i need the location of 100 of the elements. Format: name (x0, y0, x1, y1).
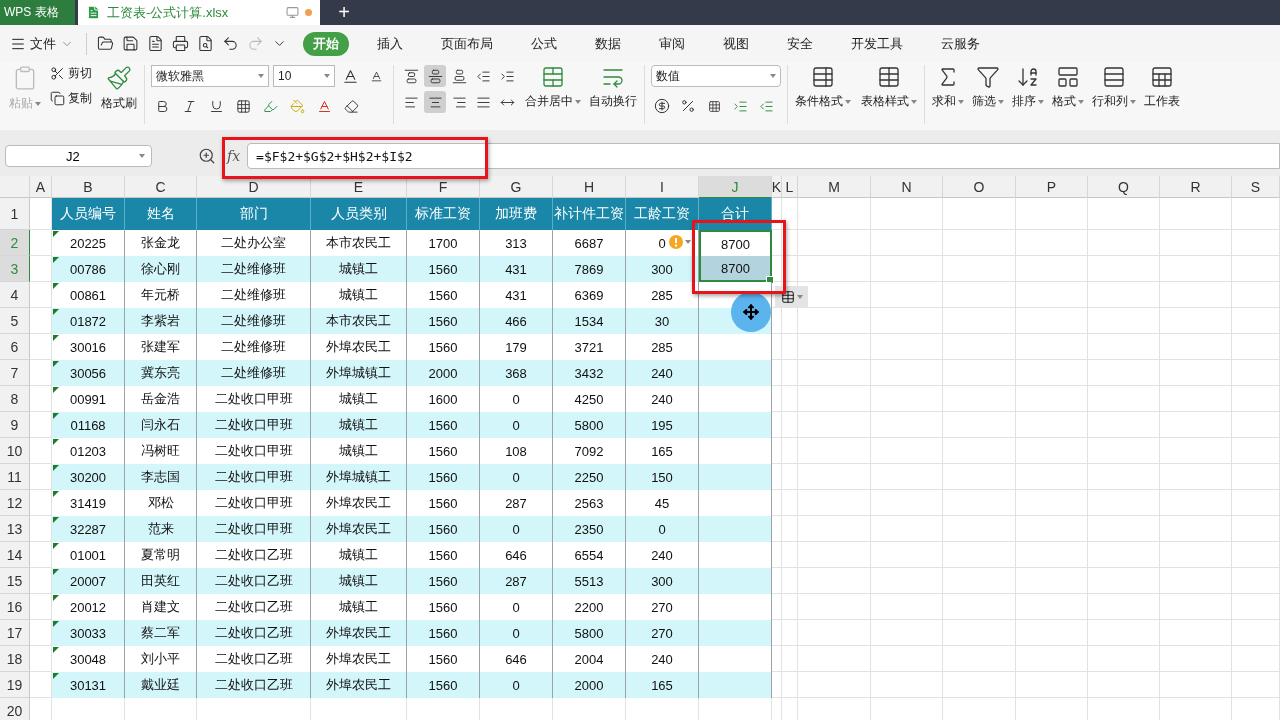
empty-cell (871, 230, 943, 256)
file-menu[interactable]: 文件 (10, 34, 80, 53)
column-header[interactable]: C (125, 176, 197, 198)
font-size-field[interactable]: 10 (273, 65, 335, 87)
rows-icon (1102, 65, 1126, 89)
empty-cell (1160, 672, 1232, 698)
empty-cell (772, 412, 782, 438)
column-header[interactable]: P (1016, 176, 1088, 198)
ribbon-tab[interactable]: 数据 (585, 31, 631, 56)
save-button[interactable] (120, 33, 141, 54)
table-cell: 0 (626, 516, 699, 542)
column-header[interactable]: B (52, 176, 125, 198)
worksheet-button[interactable]: 工作表 (1143, 65, 1181, 110)
row-header[interactable]: 13 (0, 516, 30, 542)
row-header[interactable]: 10 (0, 438, 30, 464)
undo-icon (222, 35, 239, 52)
empty-cell (782, 646, 798, 672)
table-cell: 30033 (52, 620, 125, 646)
function-label[interactable]: fx (226, 148, 242, 164)
column-header[interactable]: A (30, 176, 52, 198)
row-header[interactable]: 4 (0, 282, 30, 308)
filter-button[interactable]: 筛选 (971, 65, 1005, 110)
row-header[interactable]: 5 (0, 308, 30, 334)
justify-icon (475, 94, 491, 110)
formula-field[interactable]: =$F$2+$G$2+$H$2+$I$2 (247, 143, 1280, 169)
column-header[interactable]: R (1160, 176, 1232, 198)
table-style-button[interactable]: 表格样式 (860, 65, 918, 110)
paste-options-button[interactable] (775, 286, 808, 308)
table-cell: 外埠农民工 (311, 672, 407, 698)
empty-cell (1088, 386, 1160, 412)
new-tab-button[interactable]: + (324, 0, 364, 25)
sort-button[interactable]: 排序 (1011, 65, 1045, 110)
empty-cell (772, 542, 782, 568)
empty-cell (1016, 672, 1088, 698)
align-button[interactable] (424, 65, 446, 87)
document-tab[interactable]: 工资表-公式计算.xlsx (78, 0, 320, 25)
row-header[interactable]: 6 (0, 334, 30, 360)
empty-cell (1088, 256, 1160, 282)
ribbon-tab[interactable]: 插入 (367, 31, 413, 56)
monitor-icon (286, 6, 299, 19)
table-cell: 30056 (52, 360, 125, 386)
cut-button[interactable]: 剪切 (50, 65, 92, 82)
header-cell: 部门 (197, 198, 311, 230)
empty-cell (1088, 412, 1160, 438)
empty-cell (772, 620, 782, 646)
table-cell: 8700 (699, 256, 772, 282)
table-cell: 李志国 (125, 464, 197, 490)
empty-cell (1232, 230, 1280, 256)
app-tab[interactable]: WPS 表格 (0, 0, 75, 25)
row-header[interactable]: 20 (0, 698, 30, 720)
column-header[interactable]: L (782, 176, 798, 198)
merge-center-button[interactable]: 合并居中 (524, 65, 582, 110)
column-header[interactable]: Q (1088, 176, 1160, 198)
row-header[interactable]: 11 (0, 464, 30, 490)
sheet-icon (1150, 65, 1174, 89)
move-cursor-icon (743, 304, 759, 320)
row-header[interactable]: 15 (0, 568, 30, 594)
ribbon-tab[interactable]: 页面布局 (431, 31, 503, 56)
print-button[interactable] (170, 33, 191, 54)
sum-button[interactable]: 求和 (931, 65, 965, 110)
row-header[interactable]: 7 (0, 360, 30, 386)
row-header[interactable]: 16 (0, 594, 30, 620)
row-header[interactable]: 14 (0, 542, 30, 568)
column-header[interactable]: H (553, 176, 626, 198)
font-name-field[interactable]: 微软雅黑 (151, 65, 269, 87)
error-check-button[interactable] (668, 234, 692, 250)
ribbon-tab[interactable]: 审阅 (649, 31, 695, 56)
row-header[interactable]: 18 (0, 646, 30, 672)
table-cell: 3432 (553, 360, 626, 386)
name-box[interactable]: J2 (5, 145, 152, 167)
row-header[interactable]: 1 (0, 198, 30, 230)
format-painter-button[interactable]: 格式刷 (100, 65, 138, 112)
empty-cell (1016, 412, 1088, 438)
conditional-format-button[interactable]: 条件格式 (794, 65, 852, 110)
search-icon[interactable] (198, 147, 216, 165)
column-header[interactable]: O (943, 176, 1016, 198)
ribbon-tab[interactable]: 公式 (521, 31, 567, 56)
row-header[interactable]: 8 (0, 386, 30, 412)
column-header[interactable]: M (798, 176, 871, 198)
empty-cell (1016, 334, 1088, 360)
ribbon-tab[interactable]: 安全 (777, 31, 823, 56)
column-header[interactable]: G (480, 176, 553, 198)
column-header[interactable]: S (1232, 176, 1280, 198)
column-header[interactable]: N (871, 176, 943, 198)
format-button[interactable]: 格式 (1051, 65, 1085, 110)
table-cell: 287 (480, 568, 553, 594)
wrap-text-button[interactable]: 自动换行 (588, 65, 638, 110)
row-header[interactable]: 17 (0, 620, 30, 646)
ribbon-tab[interactable]: 开发工具 (841, 31, 913, 56)
row-header[interactable]: 19 (0, 672, 30, 698)
row-header[interactable]: 12 (0, 490, 30, 516)
copy-button[interactable]: 复制 (50, 90, 92, 107)
row-header[interactable]: 9 (0, 412, 30, 438)
rows-columns-button[interactable]: 行和列 (1091, 65, 1137, 110)
table-cell: 01203 (52, 438, 125, 464)
ribbon-tab[interactable]: 云服务 (931, 31, 990, 56)
column-header[interactable]: I (626, 176, 699, 198)
align-right-icon (451, 94, 467, 110)
ribbon-tab[interactable]: 视图 (713, 31, 759, 56)
number-format-field[interactable]: 数值 (651, 65, 781, 87)
